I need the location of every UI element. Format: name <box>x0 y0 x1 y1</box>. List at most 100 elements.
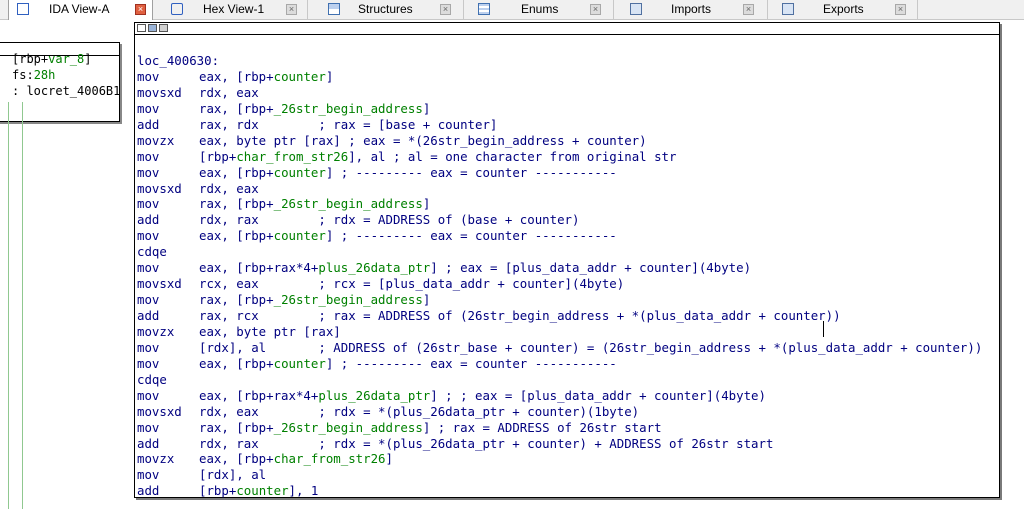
tab-hex-view-1[interactable]: Hex View-1 × <box>153 0 308 19</box>
operands[interactable]: eax, [rbp+counter] ; --------- eax = cou… <box>199 356 617 371</box>
mnemonic[interactable]: movsxd <box>137 85 199 101</box>
close-icon[interactable]: × <box>895 4 906 15</box>
tab-structures[interactable]: Structures × <box>308 0 464 19</box>
operands[interactable]: eax, [rbp+counter] <box>199 69 333 84</box>
operands[interactable]: [rbp+counter], 1 <box>199 483 318 498</box>
operands[interactable]: [rdx], al ; ADDRESS of (26str_base + cou… <box>199 340 982 355</box>
structures-icon <box>328 3 340 15</box>
operands[interactable]: rax, rdx ; rax = [base + counter] <box>199 117 497 132</box>
graph-node-loc-400630[interactable]: loc_400630: mov eax, [rbp+counter] movsxd r… <box>134 22 1000 498</box>
operands[interactable]: eax, [rbp+rax*4+plus_26data_ptr] ; ; eax… <box>199 388 766 403</box>
mnemonic[interactable]: add <box>137 117 199 133</box>
instruction-line[interactable]: mov [rdx], al <box>137 467 982 483</box>
operands[interactable]: eax, [rbp+char_from_str26] <box>199 451 393 466</box>
instruction-line[interactable]: mov eax, [rbp+counter] <box>137 69 982 85</box>
mnemonic[interactable]: mov <box>137 420 199 436</box>
instruction-line[interactable]: mov rax, [rbp+_26str_begin_address] <box>137 196 982 212</box>
operands[interactable]: [rdx], al <box>199 467 266 482</box>
operands[interactable]: rax, [rbp+_26str_begin_address] ; rax = … <box>199 420 662 435</box>
mnemonic[interactable]: mov <box>137 196 199 212</box>
mnemonic[interactable]: mov <box>137 101 199 117</box>
instruction-line[interactable]: add rax, rcx ; rax = ADDRESS of (26str_be… <box>137 308 982 324</box>
operands[interactable]: eax, byte ptr [rax] <box>199 324 341 339</box>
close-icon[interactable]: × <box>286 4 297 15</box>
mnemonic[interactable]: movzx <box>137 324 199 340</box>
operands[interactable]: rax, rcx ; rax = ADDRESS of (26str_begin… <box>199 308 841 323</box>
mnemonic[interactable]: movzx <box>137 451 199 467</box>
mnemonic[interactable]: add <box>137 212 199 228</box>
operands[interactable]: eax, byte ptr [rax] ; eax = *(26str_begi… <box>199 133 647 148</box>
instruction-line[interactable]: mov [rdx], al ; ADDRESS of (26str_base + … <box>137 340 982 356</box>
disassembly-listing[interactable]: loc_400630: mov eax, [rbp+counter] movsxd r… <box>137 53 982 499</box>
operands[interactable]: [rbp+char_from_str26], al ; al = one cha… <box>199 149 676 164</box>
mnemonic[interactable]: mov <box>137 388 199 404</box>
instruction-line[interactable]: add rdx, rax ; rdx = ADDRESS of (base + c… <box>137 212 982 228</box>
operands[interactable]: rdx, eax <box>199 181 259 196</box>
instruction-line[interactable]: movsxd rdx, eax <box>137 85 982 101</box>
instruction-line[interactable]: add [rbp+counter], 1 <box>137 483 982 499</box>
instruction-line[interactable]: mov eax, [rbp+rax*4+plus_26data_ptr] ; ; … <box>137 388 982 404</box>
instruction-line[interactable]: mov [rbp+char_from_str26], al ; al = one … <box>137 149 982 165</box>
instruction-line[interactable]: add rdx, rax ; rdx = *(plus_26data_ptr + … <box>137 436 982 452</box>
tab-ida-view-a[interactable]: IDA View-A × <box>8 0 153 20</box>
mnemonic[interactable]: mov <box>137 260 199 276</box>
mnemonic[interactable]: mov <box>137 69 199 85</box>
mnemonic[interactable]: movsxd <box>137 404 199 420</box>
instruction-line[interactable]: mov eax, [rbp+counter] ; --------- eax = … <box>137 228 982 244</box>
mnemonic[interactable]: movsxd <box>137 181 199 197</box>
instruction-line[interactable]: mov eax, [rbp+counter] ; --------- eax = … <box>137 356 982 372</box>
instruction-line[interactable]: movsxd rdx, eax ; rdx = *(plus_26data_ptr… <box>137 404 982 420</box>
tab-exports[interactable]: Exports × <box>768 0 918 19</box>
mnemonic[interactable]: add <box>137 483 199 499</box>
instruction-line[interactable]: movzx eax, byte ptr [rax] <box>137 324 982 340</box>
mnemonic[interactable]: mov <box>137 292 199 308</box>
mnemonic[interactable]: add <box>137 308 199 324</box>
mnemonic[interactable]: mov <box>137 228 199 244</box>
node-color-icon[interactable] <box>137 24 146 32</box>
instruction-line[interactable]: movzx eax, byte ptr [rax] ; eax = *(26str… <box>137 133 982 149</box>
mnemonic[interactable]: mov <box>137 340 199 356</box>
instruction-line[interactable]: mov eax, [rbp+counter] ; --------- eax = … <box>137 165 982 181</box>
node-group-icon[interactable] <box>148 24 157 32</box>
operands[interactable]: eax, [rbp+counter] ; --------- eax = cou… <box>199 165 617 180</box>
instruction-line[interactable]: mov rax, [rbp+_26str_begin_address] <box>137 292 982 308</box>
close-icon[interactable]: × <box>743 4 754 15</box>
operands[interactable]: rax, [rbp+_26str_begin_address] <box>199 292 430 307</box>
operands[interactable]: rdx, eax ; rdx = *(plus_26data_ptr + cou… <box>199 404 639 419</box>
location-label[interactable]: loc_400630: <box>137 53 982 69</box>
close-icon[interactable]: × <box>440 4 451 15</box>
operands[interactable]: eax, [rbp+rax*4+plus_26data_ptr] ; eax =… <box>199 260 751 275</box>
mnemonic[interactable]: cdqe <box>137 372 199 388</box>
mnemonic[interactable]: mov <box>137 356 199 372</box>
operands[interactable]: rdx, rax ; rdx = ADDRESS of (base + coun… <box>199 212 579 227</box>
instruction-line[interactable]: movsxd rdx, eax <box>137 181 982 197</box>
instruction-line[interactable]: movzx eax, [rbp+char_from_str26] <box>137 451 982 467</box>
mnemonic[interactable]: cdqe <box>137 244 199 260</box>
mnemonic[interactable]: movzx <box>137 133 199 149</box>
instruction-line[interactable]: movsxd rcx, eax ; rcx = [plus_data_addr +… <box>137 276 982 292</box>
instruction-line[interactable]: cdqe <box>137 372 982 388</box>
operands[interactable]: rdx, eax <box>199 85 259 100</box>
close-icon[interactable]: × <box>135 4 146 15</box>
mnemonic[interactable]: add <box>137 436 199 452</box>
mnemonic[interactable]: mov <box>137 165 199 181</box>
instruction-line[interactable]: mov eax, [rbp+rax*4+plus_26data_ptr] ; ea… <box>137 260 982 276</box>
operands[interactable]: rax, [rbp+_26str_begin_address] <box>199 196 430 211</box>
operands[interactable]: eax, [rbp+counter] ; --------- eax = cou… <box>199 228 617 243</box>
tab-bar: IDA View-A × Hex View-1 × Structures × E… <box>0 0 1024 20</box>
mnemonic[interactable]: mov <box>137 467 199 483</box>
instruction-line[interactable]: mov rax, [rbp+_26str_begin_address] <box>137 101 982 117</box>
node-collapse-icon[interactable] <box>159 24 168 32</box>
mnemonic[interactable]: movsxd <box>137 276 199 292</box>
instruction-line[interactable]: mov rax, [rbp+_26str_begin_address] ; rax… <box>137 420 982 436</box>
operands[interactable]: rax, [rbp+_26str_begin_address] <box>199 101 430 116</box>
close-icon[interactable]: × <box>590 4 601 15</box>
operands[interactable]: rcx, eax ; rcx = [plus_data_addr + count… <box>199 276 624 291</box>
operands[interactable]: rdx, rax ; rdx = *(plus_26data_ptr + cou… <box>199 436 773 451</box>
instruction-line[interactable]: add rax, rdx ; rax = [base + counter] <box>137 117 982 133</box>
tab-imports[interactable]: Imports × <box>614 0 768 19</box>
instruction-line[interactable]: cdqe <box>137 244 982 260</box>
mnemonic[interactable]: mov <box>137 149 199 165</box>
tab-enums[interactable]: Enums × <box>464 0 614 19</box>
exports-icon <box>782 3 794 15</box>
